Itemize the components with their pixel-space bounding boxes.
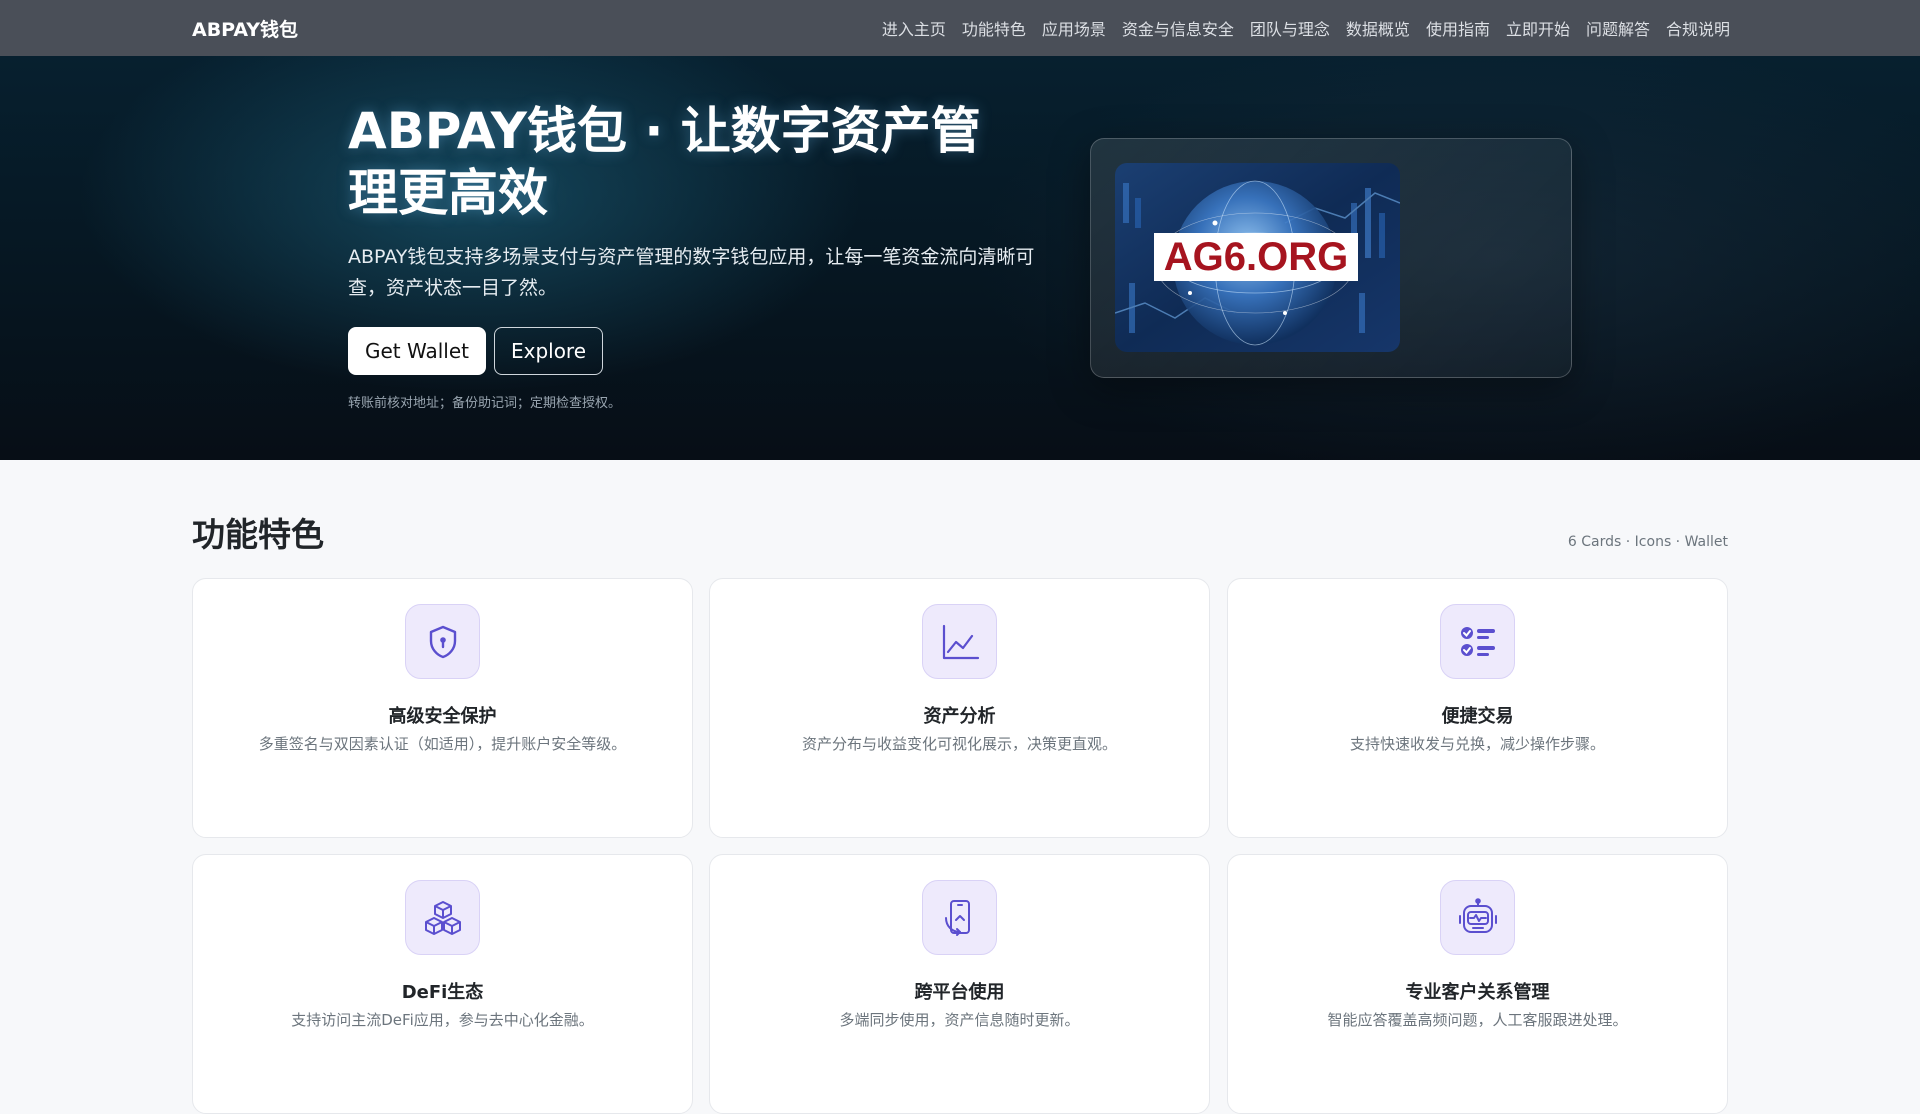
nav-link-security[interactable]: 资金与信息安全 [1122, 16, 1234, 40]
phone-sync-icon [922, 880, 997, 955]
feature-card-desc: 支持访问主流DeFi应用，参与去中心化金融。 [291, 1011, 594, 1029]
image-logo-text: AG6.ORG [1163, 234, 1349, 279]
hero-safety-note: 转账前核对地址；备份助记词；定期检查授权。 [348, 396, 622, 411]
nav-link-data[interactable]: 数据概览 [1346, 16, 1410, 40]
nav-link-features[interactable]: 功能特色 [962, 16, 1026, 40]
feature-card-desc: 多重签名与双因素认证（如适用），提升账户安全等级。 [258, 735, 627, 753]
feature-card-title: 便捷交易 [1441, 706, 1514, 727]
navbar: ABPAY钱包 进入主页 功能特色 应用场景 资金与信息安全 团队与理念 数据概… [0, 0, 1920, 56]
feature-card-security: 高级安全保护 多重签名与双因素认证（如适用），提升账户安全等级。 [192, 578, 693, 838]
feature-card-title: 资产分析 [923, 706, 996, 727]
hero-title: ABPAY钱包 · 让数字资产管理更高效 [348, 102, 981, 222]
feature-card-crm: 专业客户关系管理 智能应答覆盖高频问题，人工客服跟进处理。 [1227, 854, 1728, 1114]
feature-card-desc: 智能应答覆盖高频问题，人工客服跟进处理。 [1327, 1011, 1628, 1029]
nav-link-compliance[interactable]: 合规说明 [1666, 16, 1730, 40]
feature-card-title: DeFi生态 [401, 982, 484, 1003]
features-title: 功能特色 [192, 515, 324, 554]
feature-card-title: 跨平台使用 [914, 982, 1005, 1003]
image-logo-badge: AG6.ORG [1154, 233, 1358, 281]
feature-card-analytics: 资产分析 资产分布与收益变化可视化展示，决策更直观。 [709, 578, 1210, 838]
checklist-icon [1440, 604, 1515, 679]
feature-card-defi: DeFi生态 支持访问主流DeFi应用，参与去中心化金融。 [192, 854, 693, 1114]
nav-link-team[interactable]: 团队与理念 [1250, 16, 1330, 40]
hero-section: ABPAY钱包 · 让数字资产管理更高效 ABPAY钱包支持多场景支付与资产管理… [0, 56, 1920, 460]
hero-subtitle: ABPAY钱包支持多场景支付与资产管理的数字钱包应用，让每一笔资金流向清晰可查，… [348, 246, 1035, 299]
globe-image: AG6.ORG [1115, 163, 1400, 352]
robot-icon [1440, 880, 1515, 955]
nav-link-home[interactable]: 进入主页 [882, 16, 946, 40]
hero-image-card: AG6.ORG [1090, 138, 1572, 378]
nav-links: 进入主页 功能特色 应用场景 资金与信息安全 团队与理念 数据概览 使用指南 立… [882, 0, 1730, 56]
feature-card-cross-platform: 跨平台使用 多端同步使用，资产信息随时更新。 [709, 854, 1210, 1114]
boxes-icon [405, 880, 480, 955]
chart-line-icon [922, 604, 997, 679]
nav-link-start[interactable]: 立即开始 [1506, 16, 1570, 40]
feature-card-desc: 多端同步使用，资产信息随时更新。 [839, 1011, 1080, 1029]
nav-link-guide[interactable]: 使用指南 [1426, 16, 1490, 40]
nav-link-scenarios[interactable]: 应用场景 [1042, 16, 1106, 40]
feature-card-title: 高级安全保护 [388, 706, 497, 727]
brand-logo[interactable]: ABPAY钱包 [192, 15, 298, 42]
feature-card-trading: 便捷交易 支持快速收发与兑换，减少操作步骤。 [1227, 578, 1728, 838]
nav-link-faq[interactable]: 问题解答 [1586, 16, 1650, 40]
features-meta: 6 Cards · Icons · Wallet [1567, 534, 1728, 550]
get-wallet-button[interactable]: Get Wallet [348, 327, 486, 375]
shield-icon [405, 604, 480, 679]
feature-card-title: 专业客户关系管理 [1405, 982, 1550, 1003]
feature-card-desc: 支持快速收发与兑换，减少操作步骤。 [1349, 735, 1605, 753]
feature-card-desc: 资产分布与收益变化可视化展示，决策更直观。 [801, 735, 1117, 753]
explore-button[interactable]: Explore [494, 327, 603, 375]
